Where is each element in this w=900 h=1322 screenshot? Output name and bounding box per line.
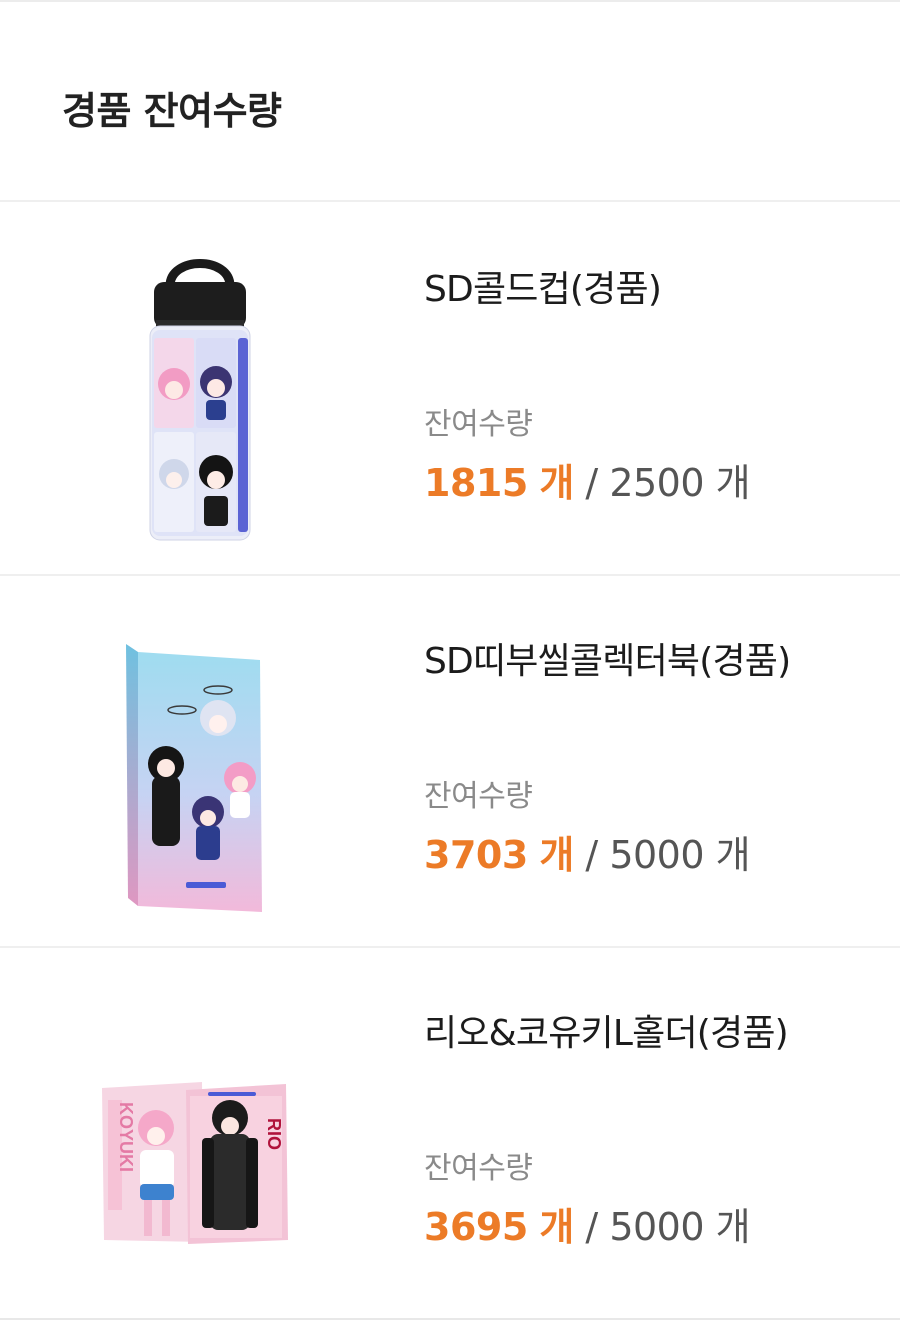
remaining-count: 3703: [424, 833, 528, 877]
remaining-count: 3695: [424, 1205, 528, 1249]
total-count: 5000: [609, 1205, 705, 1249]
prize-name: SD띠부씰콜렉터북(경품): [424, 641, 791, 682]
rio-folder-text: RIO: [264, 1118, 284, 1150]
stock-separator: /: [585, 833, 598, 877]
stock-label: 잔여수량: [424, 779, 533, 814]
stock-count: 3695 개 / 5000 개: [424, 1196, 751, 1251]
prize-name: SD콜드컵(경품): [424, 269, 662, 310]
cold-cup-bottle-image: [90, 234, 310, 544]
sticker-collector-book-image: [90, 606, 310, 916]
koyuki-folder-text: KOYUKI: [116, 1102, 136, 1172]
prize-name: 리오&코유키L홀더(경품): [424, 1013, 789, 1054]
total-unit: 개: [715, 833, 751, 877]
remaining-count: 1815: [424, 461, 528, 505]
stock-separator: /: [585, 461, 598, 505]
prize-item: SD콜드컵(경품) 잔여수량 1815 개 / 2500 개: [0, 204, 900, 576]
remaining-unit: 개: [539, 833, 574, 877]
stock-count: 1815 개 / 2500 개: [424, 452, 751, 507]
total-unit: 개: [715, 1205, 751, 1249]
prize-stock-page: 경품 잔여수량 SD콜드컵(경품) 잔여수량 1815 개 / 2500 개 S…: [0, 0, 900, 1322]
stock-count: 3703 개 / 5000 개: [424, 824, 751, 879]
total-count: 5000: [609, 833, 705, 877]
remaining-unit: 개: [539, 461, 574, 505]
prize-item: KOYUKI RIO 리오&코유키L홀더(경품) 잔여수량 3695 개 / 5…: [0, 948, 900, 1320]
page-title: 경품 잔여수량: [62, 89, 282, 133]
remaining-unit: 개: [539, 1205, 574, 1249]
total-count: 2500: [609, 461, 705, 505]
stock-label: 잔여수량: [424, 1151, 533, 1186]
stock-label: 잔여수량: [424, 407, 533, 442]
header: 경품 잔여수량: [0, 2, 900, 202]
prize-item: SD띠부씰콜렉터북(경품) 잔여수량 3703 개 / 5000 개: [0, 576, 900, 948]
l-holder-folders-image: KOYUKI RIO: [90, 978, 310, 1288]
total-unit: 개: [715, 461, 751, 505]
stock-separator: /: [585, 1205, 598, 1249]
